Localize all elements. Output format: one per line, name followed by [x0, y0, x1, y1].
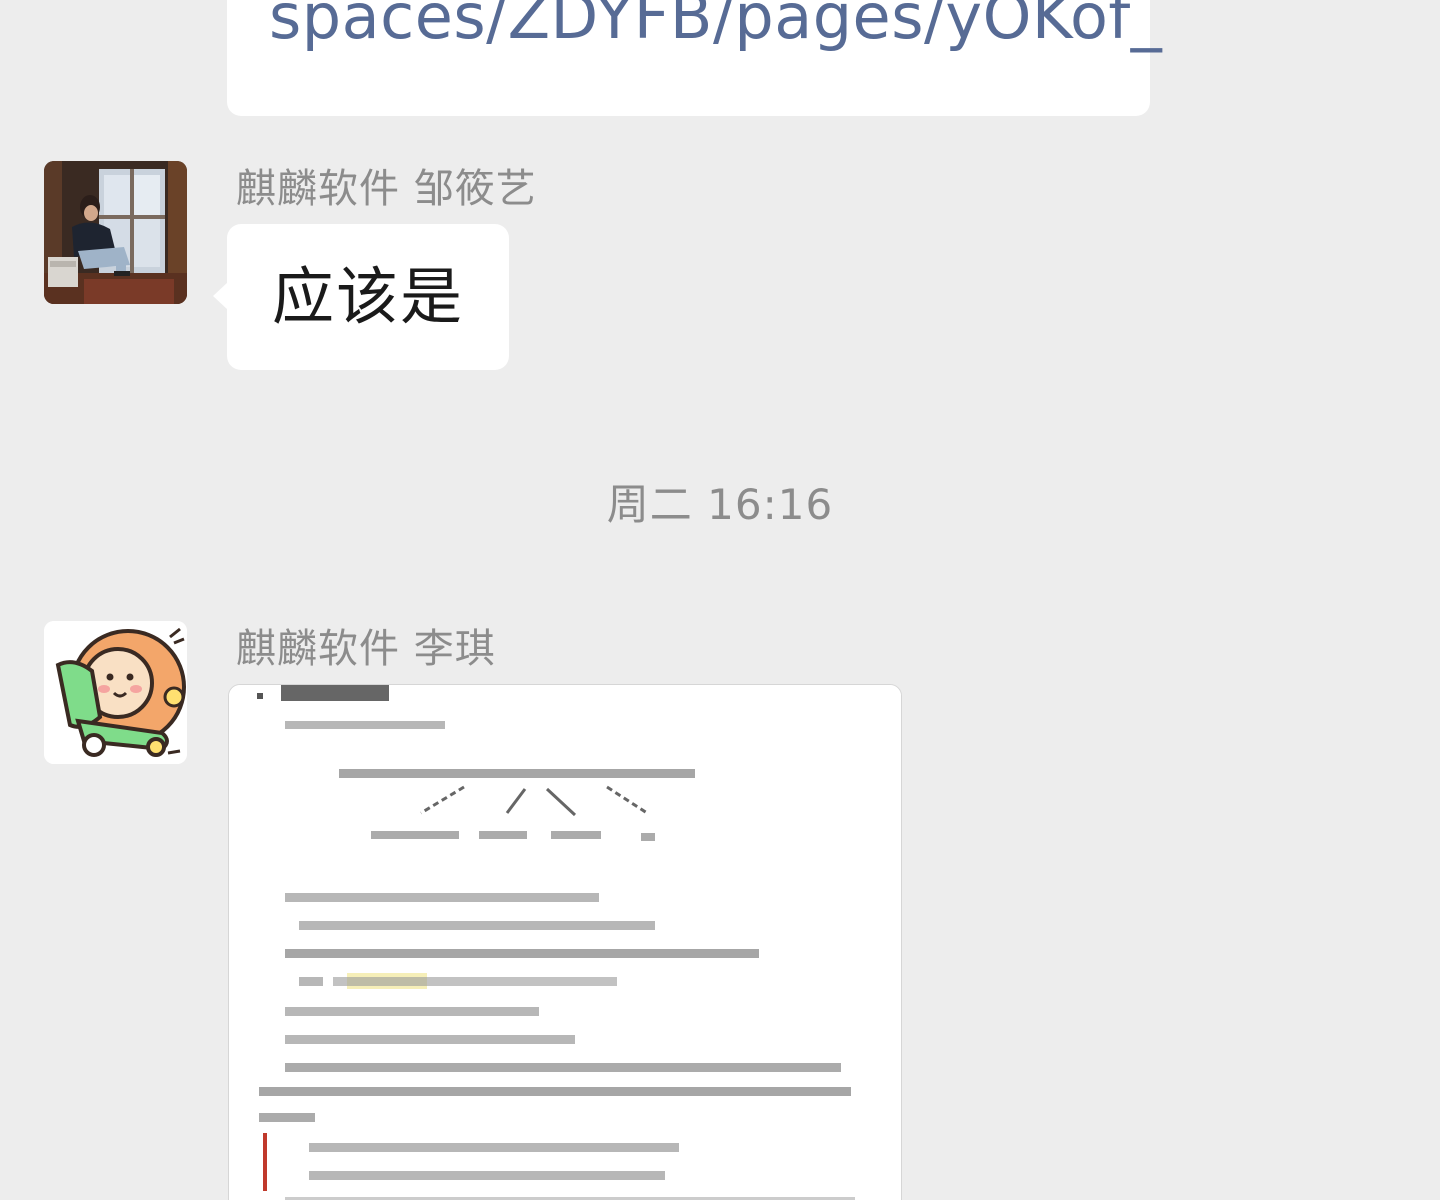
- text-message-bubble[interactable]: 应该是: [212, 224, 510, 370]
- sender-name: 麒麟软件 邹筱艺: [236, 166, 537, 212]
- link-message-bubble[interactable]: spaces/ZDYFB/pages/yOKof_: [227, 0, 1162, 116]
- cartoon-sticker-icon: [44, 621, 187, 764]
- photo-avatar-icon: [44, 161, 187, 304]
- message-text: 应该是: [272, 260, 465, 333]
- sender-avatar[interactable]: [44, 621, 187, 764]
- document-thumbnail-icon: [229, 685, 901, 1200]
- message-timestamp: 周二 16:16: [606, 480, 834, 529]
- sender-name: 麒麟软件 李琪: [236, 626, 496, 672]
- sender-avatar[interactable]: [44, 161, 187, 304]
- image-message[interactable]: [228, 684, 902, 1200]
- chat-window: spaces/ZDYFB/pages/yOKof_ 麒麟软件 邹筱艺 应该是 周…: [0, 0, 1440, 1200]
- message-link[interactable]: spaces/ZDYFB/pages/yOKof_: [269, 0, 1162, 52]
